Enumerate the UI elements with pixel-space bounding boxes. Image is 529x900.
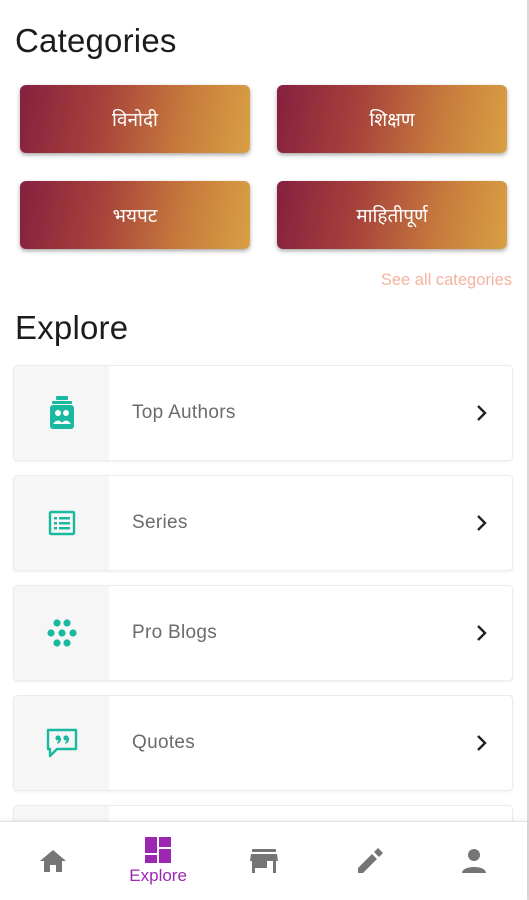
explore-item-series[interactable]: Series [13,475,513,571]
explore-icon [145,837,172,863]
explore-item-quotes[interactable]: Quotes [13,695,513,791]
chevron-right-icon [452,514,512,532]
explore-item-label: Top Authors [132,402,236,423]
chevron-right-icon [452,624,512,642]
explore-item-top-authors[interactable]: Top Authors [13,365,513,461]
category-card-vinodi[interactable]: विनोदी [20,85,250,153]
explore-list: Top Authors Series Pro Blogs Quotes [13,365,513,859]
pencil-icon [357,848,383,873]
explore-item-label: Series [132,512,188,533]
dots-cluster-icon [46,619,77,647]
nav-explore-label: Explore [129,866,187,885]
explore-screen: Categories विनोदी शिक्षण भयपट माहितीपूर्… [0,0,529,900]
nav-profile[interactable] [422,822,527,900]
explore-item-pro-blogs[interactable]: Pro Blogs [13,585,513,681]
category-card-mahitipurna[interactable]: माहितीपूर्ण [277,181,507,249]
categories-grid: विनोदी शिक्षण भयपट माहितीपूर्ण [20,85,508,249]
home-icon [39,850,66,872]
authors-icon [49,396,74,429]
chevron-right-icon [452,734,512,752]
nav-write[interactable] [316,822,421,900]
category-card-bhayapat[interactable]: भयपट [20,181,250,249]
bottom-navigation: Explore [0,821,527,900]
explore-title: Explore [15,309,129,346]
nav-home[interactable] [0,822,105,900]
categories-title: Categories [15,22,177,59]
category-card-shikshan[interactable]: शिक्षण [277,85,507,153]
quotes-icon-box [14,696,109,790]
authors-icon-box [14,366,109,460]
explore-item-label: Quotes [132,732,196,753]
quote-bubble-icon [46,728,77,758]
chevron-right-icon [452,404,512,422]
pro-blogs-icon-box [14,586,109,680]
see-all-categories-link[interactable]: See all categories [381,271,512,290]
nav-store[interactable] [211,822,316,900]
list-icon [48,510,75,536]
person-icon [462,849,487,873]
store-icon [249,849,278,873]
explore-item-label: Pro Blogs [132,622,218,643]
series-icon-box [14,476,109,570]
nav-explore[interactable]: Explore [105,822,210,900]
